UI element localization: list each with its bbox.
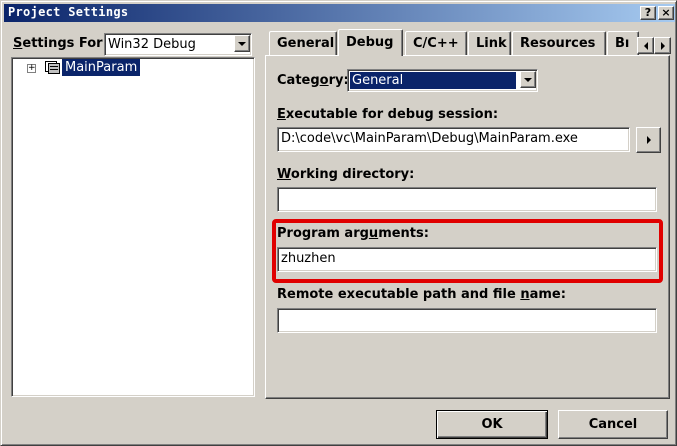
help-button[interactable]: ? [640, 6, 656, 20]
tab-scroll-left-button[interactable] [637, 37, 654, 54]
settings-for-value: Win32 Debug [108, 37, 196, 52]
working-directory-field[interactable] [277, 187, 657, 212]
tab-link[interactable]: Link [468, 31, 511, 55]
executable-field[interactable]: D:\code\vc\MainParam\Debug\MainParam.exe [277, 127, 630, 152]
program-arguments-field[interactable]: zhuzhen [277, 247, 657, 272]
settings-for-label: Settings For: [13, 36, 108, 51]
category-combo[interactable]: General [347, 69, 538, 92]
tree-expander-icon[interactable]: + [27, 64, 36, 73]
executable-browse-button[interactable] [636, 127, 661, 153]
project-settings-dialog: Project Settings ? × Settings For: Win32… [0, 0, 677, 446]
tab-browse-truncated[interactable]: Bı [607, 31, 639, 55]
executable-label: Executable for debug session: [277, 107, 499, 122]
chevron-down-icon [524, 77, 532, 82]
help-icon: ? [644, 6, 652, 19]
close-icon: × [661, 6, 671, 19]
chevron-down-icon [238, 41, 246, 46]
category-value: General [350, 72, 516, 89]
title-bar[interactable]: Project Settings ? × [4, 4, 675, 22]
tab-resources[interactable]: Resources [512, 31, 606, 55]
remote-executable-field[interactable] [277, 308, 657, 333]
category-label: Category: [277, 73, 349, 88]
window-title: Project Settings [8, 5, 129, 19]
tab-debug[interactable]: Debug [338, 29, 403, 56]
tab-general[interactable]: General [269, 31, 337, 55]
settings-for-combo[interactable]: Win32 Debug [104, 33, 252, 56]
ok-button[interactable]: OK [436, 410, 548, 439]
tree-item-mainparam[interactable]: MainParam [62, 59, 141, 76]
arrow-left-icon [643, 41, 648, 50]
arrow-right-icon [646, 136, 651, 144]
project-tree[interactable]: + MainParam [11, 57, 255, 397]
program-arguments-label: Program arguments: [277, 226, 429, 241]
project-icon [45, 61, 60, 74]
working-directory-label: Working directory: [277, 167, 415, 182]
cancel-button[interactable]: Cancel [558, 410, 668, 439]
category-dropdown-button[interactable] [520, 71, 536, 88]
debug-tab-page: Category: General Executable for debug s… [265, 55, 670, 399]
close-button[interactable]: × [658, 6, 674, 20]
tab-scroll-right-button[interactable] [654, 37, 671, 54]
settings-for-dropdown-button[interactable] [234, 35, 250, 52]
tab-c-cpp[interactable]: C/C++ [405, 31, 467, 55]
arrow-right-icon [660, 41, 665, 50]
remote-executable-label: Remote executable path and file name: [277, 287, 566, 302]
